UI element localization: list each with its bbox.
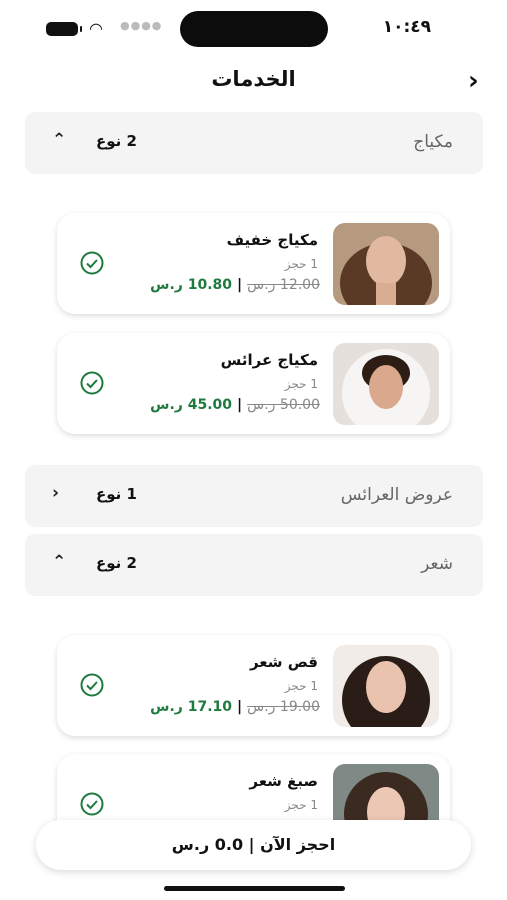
section-hair[interactable]: شعر 2 نوع ⌃ <box>25 534 483 596</box>
signal-icon: ●●●● <box>120 19 163 32</box>
service-name: مكياج عرائس <box>220 351 318 369</box>
section-bridal-offers[interactable]: عروض العرائس 1 نوع › <box>25 465 483 527</box>
check-circle-icon[interactable] <box>79 791 105 817</box>
book-now-label: احجز الآن | 0.0 ر.س <box>171 835 336 854</box>
service-bookings: 1 حجز <box>284 257 318 271</box>
page-title: الخدمات <box>211 67 296 91</box>
service-bookings: 1 حجز <box>284 377 318 391</box>
section-count: 2 نوع <box>96 554 137 572</box>
service-prices: 50.00 ر.س|45.00 ر.س <box>150 397 320 413</box>
service-card-haircut[interactable]: قص شعر 1 حجز 19.00 ر.س|17.10 ر.س <box>57 635 450 736</box>
check-circle-icon[interactable] <box>79 250 105 276</box>
old-price: 12.00 ر.س <box>247 277 320 293</box>
header: الخدمات › <box>0 62 507 102</box>
service-bookings: 1 حجز <box>284 798 318 812</box>
check-circle-icon[interactable] <box>79 672 105 698</box>
service-thumbnail <box>333 645 439 727</box>
service-thumbnail <box>333 223 439 305</box>
service-card-light-makeup[interactable]: مكياج خفيف 1 حجز 12.00 ر.س|10.80 ر.س <box>57 213 450 314</box>
price-separator: | <box>237 699 243 715</box>
wifi-icon: ◠ <box>89 19 103 38</box>
home-indicator[interactable] <box>164 886 345 891</box>
chevron-up-icon[interactable]: ⌃ <box>52 130 66 150</box>
section-count: 1 نوع <box>96 485 137 503</box>
service-prices: 12.00 ر.س|10.80 ر.س <box>150 277 320 293</box>
new-price: 17.10 ر.س <box>150 699 233 715</box>
section-name: مكياج <box>413 132 453 152</box>
status-time: ١٠:٤٩ <box>382 17 431 37</box>
price-separator: | <box>237 277 243 293</box>
service-thumbnail <box>333 343 439 425</box>
battery-icon <box>46 22 82 36</box>
status-bar: ◠ ●●●● ١٠:٤٩ <box>0 0 507 58</box>
new-price: 10.80 ر.س <box>150 277 233 293</box>
service-bookings: 1 حجز <box>284 679 318 693</box>
dynamic-island <box>180 11 328 47</box>
service-card-bridal-makeup[interactable]: مكياج عرائس 1 حجز 50.00 ر.س|45.00 ر.س <box>57 333 450 434</box>
service-name: صبغ شعر <box>249 772 318 790</box>
price-separator: | <box>237 397 243 413</box>
book-now-button[interactable]: احجز الآن | 0.0 ر.س <box>36 820 471 870</box>
status-icons: ◠ ●●●● <box>46 19 161 39</box>
section-name: شعر <box>421 554 453 574</box>
service-name: مكياج خفيف <box>226 231 318 249</box>
check-circle-icon[interactable] <box>79 370 105 396</box>
section-name: عروض العرائس <box>340 485 453 505</box>
new-price: 45.00 ر.س <box>150 397 233 413</box>
section-makeup[interactable]: مكياج 2 نوع ⌃ <box>25 112 483 174</box>
chevron-up-icon[interactable]: ⌃ <box>52 552 66 572</box>
old-price: 50.00 ر.س <box>247 397 320 413</box>
old-price: 19.00 ر.س <box>247 699 320 715</box>
chevron-right-icon[interactable]: › <box>468 68 479 94</box>
service-prices: 19.00 ر.س|17.10 ر.س <box>150 699 320 715</box>
chevron-left-icon[interactable]: › <box>52 483 59 503</box>
section-count: 2 نوع <box>96 132 137 150</box>
service-name: قص شعر <box>249 653 318 671</box>
